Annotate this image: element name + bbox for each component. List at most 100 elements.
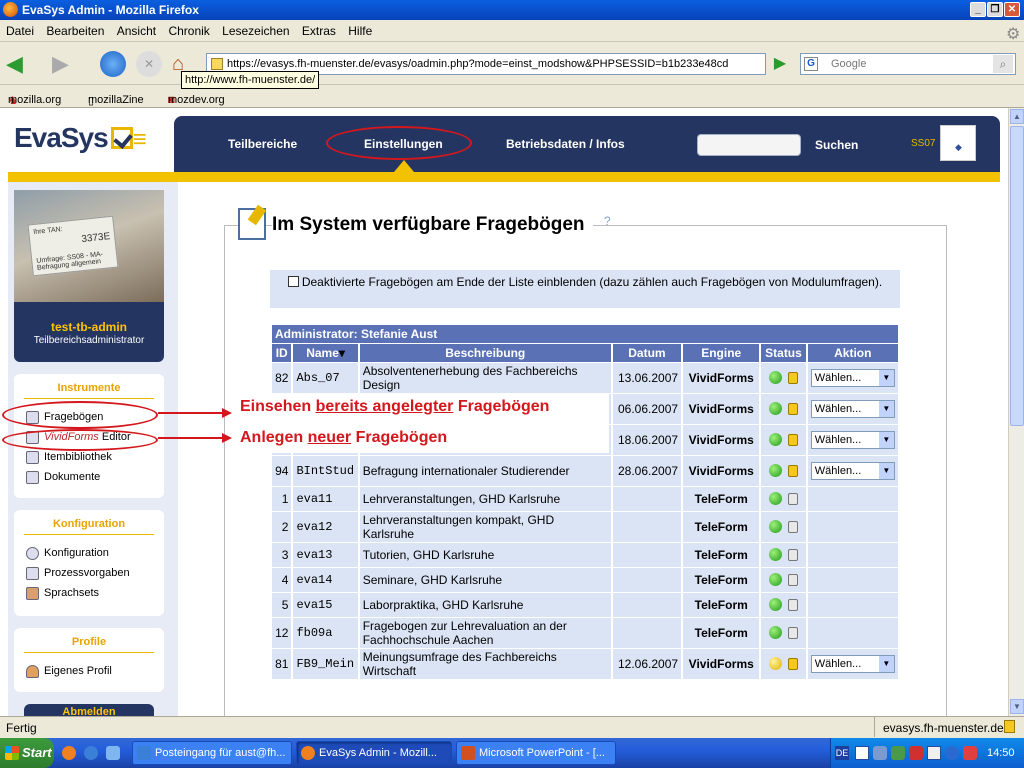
- lock-icon[interactable]: [787, 521, 798, 533]
- action-select[interactable]: Wählen... ▼: [810, 431, 895, 449]
- sidebar-item-konfiguration[interactable]: Konfiguration: [14, 543, 164, 563]
- col-aktion[interactable]: Aktion: [807, 344, 898, 362]
- menu-ansicht[interactable]: Ansicht: [117, 24, 156, 38]
- stop-icon[interactable]: ✕: [136, 51, 162, 77]
- search-icon[interactable]: ⌕: [993, 55, 1013, 73]
- unlock-icon[interactable]: [787, 465, 798, 477]
- bluetooth-icon[interactable]: [945, 746, 959, 760]
- scroll-thumb[interactable]: [1010, 126, 1024, 426]
- col-id[interactable]: ID: [272, 344, 292, 362]
- search-input[interactable]: G Google ⌕: [800, 53, 1016, 75]
- network-icon[interactable]: [873, 746, 887, 760]
- menu-lesezeichen[interactable]: Lesezeichen: [222, 24, 289, 38]
- help-icon[interactable]: ?: [604, 214, 611, 228]
- firefox-quicklaunch-icon[interactable]: [62, 746, 76, 760]
- menu-chronik[interactable]: Chronik: [168, 24, 209, 38]
- lock-icon[interactable]: [787, 372, 798, 384]
- vertical-scrollbar[interactable]: ▲ ▼: [1008, 108, 1024, 716]
- chevron-down-icon[interactable]: ▼: [878, 656, 894, 672]
- table-row[interactable]: 5 eva15 Laborpraktika, GHD Karlsruhe TeleFo…: [272, 593, 898, 617]
- lock-icon[interactable]: [787, 434, 798, 446]
- close-button[interactable]: ✕: [1004, 2, 1020, 17]
- status-green-icon: [768, 492, 782, 505]
- lock-icon[interactable]: [787, 627, 798, 639]
- table-row[interactable]: 4 eva14 Seminare, GHD Karlsruhe TeleForm: [272, 568, 898, 592]
- task-thunderbird[interactable]: Posteingang für aust@fh...: [132, 741, 292, 765]
- chevron-down-icon[interactable]: ▼: [878, 370, 894, 386]
- lock-icon[interactable]: [787, 493, 798, 505]
- cell-engine: TeleForm: [683, 512, 760, 542]
- cell-status: [761, 512, 806, 542]
- thunderbird-quicklaunch-icon[interactable]: [84, 746, 98, 760]
- menu-bearbeiten[interactable]: Bearbeiten: [46, 24, 104, 38]
- cell-action[interactable]: Wählen... ▼: [807, 649, 898, 679]
- logout-button[interactable]: Abmelden: [24, 704, 154, 716]
- sidebar-item-sprachsets[interactable]: Sprachsets: [14, 583, 164, 603]
- chevron-down-icon[interactable]: ▼: [878, 432, 894, 448]
- chevron-down-icon[interactable]: ▼: [878, 463, 894, 479]
- lock-icon[interactable]: [787, 658, 798, 670]
- deactivated-checkbox[interactable]: [287, 276, 299, 287]
- minimize-button[interactable]: _: [970, 2, 986, 17]
- evasys-logo[interactable]: EvaSys ≡: [14, 122, 147, 154]
- antivirus-icon[interactable]: [963, 746, 977, 760]
- action-select[interactable]: Wählen... ▼: [810, 655, 895, 673]
- col-engine[interactable]: Engine: [683, 344, 760, 362]
- evasys-search-input[interactable]: [697, 134, 801, 156]
- search-button[interactable]: Suchen: [815, 138, 858, 152]
- cell-action[interactable]: Wählen... ▼: [807, 425, 898, 455]
- google-icon[interactable]: G: [804, 57, 818, 71]
- back-icon[interactable]: ◀: [6, 51, 32, 77]
- lock-icon[interactable]: [787, 403, 798, 415]
- sidebar-item-eigenes-profil[interactable]: Eigenes Profil: [14, 661, 164, 681]
- throbber-icon: ⚙: [1006, 26, 1021, 43]
- action-select[interactable]: Wählen... ▼: [810, 462, 895, 480]
- ssl-lock-icon[interactable]: [1004, 720, 1015, 733]
- col-status[interactable]: Status: [761, 344, 806, 362]
- scroll-up-icon[interactable]: ▲: [1010, 109, 1024, 124]
- reload-icon[interactable]: [100, 51, 126, 77]
- start-button[interactable]: Start: [0, 738, 54, 768]
- lock-icon[interactable]: [787, 599, 798, 611]
- menu-datei[interactable]: Datei: [6, 24, 34, 38]
- nav-betriebsdaten[interactable]: Betriebsdaten / Infos: [506, 137, 625, 151]
- table-row[interactable]: 94 BIntStud Befragung internationaler Stud…: [272, 456, 898, 486]
- maximize-button[interactable]: ❐: [987, 2, 1003, 17]
- forward-icon[interactable]: ▶: [52, 51, 78, 77]
- col-name[interactable]: Name▾: [293, 344, 358, 362]
- table-row[interactable]: 12 fb09a Fragebogen zur Lehrevaluation an …: [272, 618, 898, 648]
- lock-icon[interactable]: [787, 574, 798, 586]
- tray-app-icon[interactable]: [891, 746, 905, 760]
- task-firefox[interactable]: EvaSys Admin - Mozill...: [296, 741, 452, 765]
- task-powerpoint[interactable]: Microsoft PowerPoint - [...: [456, 741, 616, 765]
- nav-teilbereiche[interactable]: Teilbereiche: [228, 137, 297, 151]
- action-select[interactable]: Wählen... ▼: [810, 400, 895, 418]
- lock-icon[interactable]: [787, 549, 798, 561]
- cell-description: Befragung internationaler Studierender: [359, 456, 611, 486]
- menu-hilfe[interactable]: Hilfe: [348, 24, 372, 38]
- scroll-down-icon[interactable]: ▼: [1010, 699, 1024, 714]
- table-row[interactable]: 81 FB9_Mein Meinungsumfrage des Fachbereic…: [272, 649, 898, 679]
- chevron-down-icon[interactable]: ▼: [878, 401, 894, 417]
- security-icon[interactable]: [909, 746, 923, 760]
- cell-action[interactable]: Wählen... ▼: [807, 456, 898, 486]
- action-select[interactable]: Wählen... ▼: [810, 369, 895, 387]
- url-text: https://evasys.fh-muenster.de/evasys/oad…: [227, 58, 729, 70]
- col-datum[interactable]: Datum: [612, 344, 682, 362]
- sidebar-item-dokumente[interactable]: Dokumente: [14, 467, 164, 487]
- table-row[interactable]: 82 Abs_07 Absolventenerhebung des Fachbere…: [272, 363, 898, 393]
- menu-extras[interactable]: Extras: [302, 24, 336, 38]
- desktop-quicklaunch-icon[interactable]: [106, 746, 120, 760]
- language-indicator[interactable]: DE: [835, 746, 849, 760]
- col-beschreibung[interactable]: Beschreibung: [359, 344, 611, 362]
- go-icon[interactable]: ▶: [770, 53, 790, 75]
- cell-action[interactable]: Wählen... ▼: [807, 394, 898, 424]
- cell-action[interactable]: Wählen... ▼: [807, 363, 898, 393]
- checkbox-tray-icon[interactable]: [927, 746, 941, 760]
- table-row[interactable]: 3 eva13 Tutorien, GHD Karlsruhe TeleForm: [272, 543, 898, 567]
- table-row[interactable]: 1 eva11 Lehrveranstaltungen, GHD Karlsruhe…: [272, 487, 898, 511]
- sidebar-item-prozessvorgaben[interactable]: Prozessvorgaben: [14, 563, 164, 583]
- media-icon[interactable]: [855, 746, 869, 760]
- table-row[interactable]: 2 eva12 Lehrveranstaltungen kompakt, GHD K…: [272, 512, 898, 542]
- sidebar-item-label: Eigenes Profil: [44, 665, 112, 677]
